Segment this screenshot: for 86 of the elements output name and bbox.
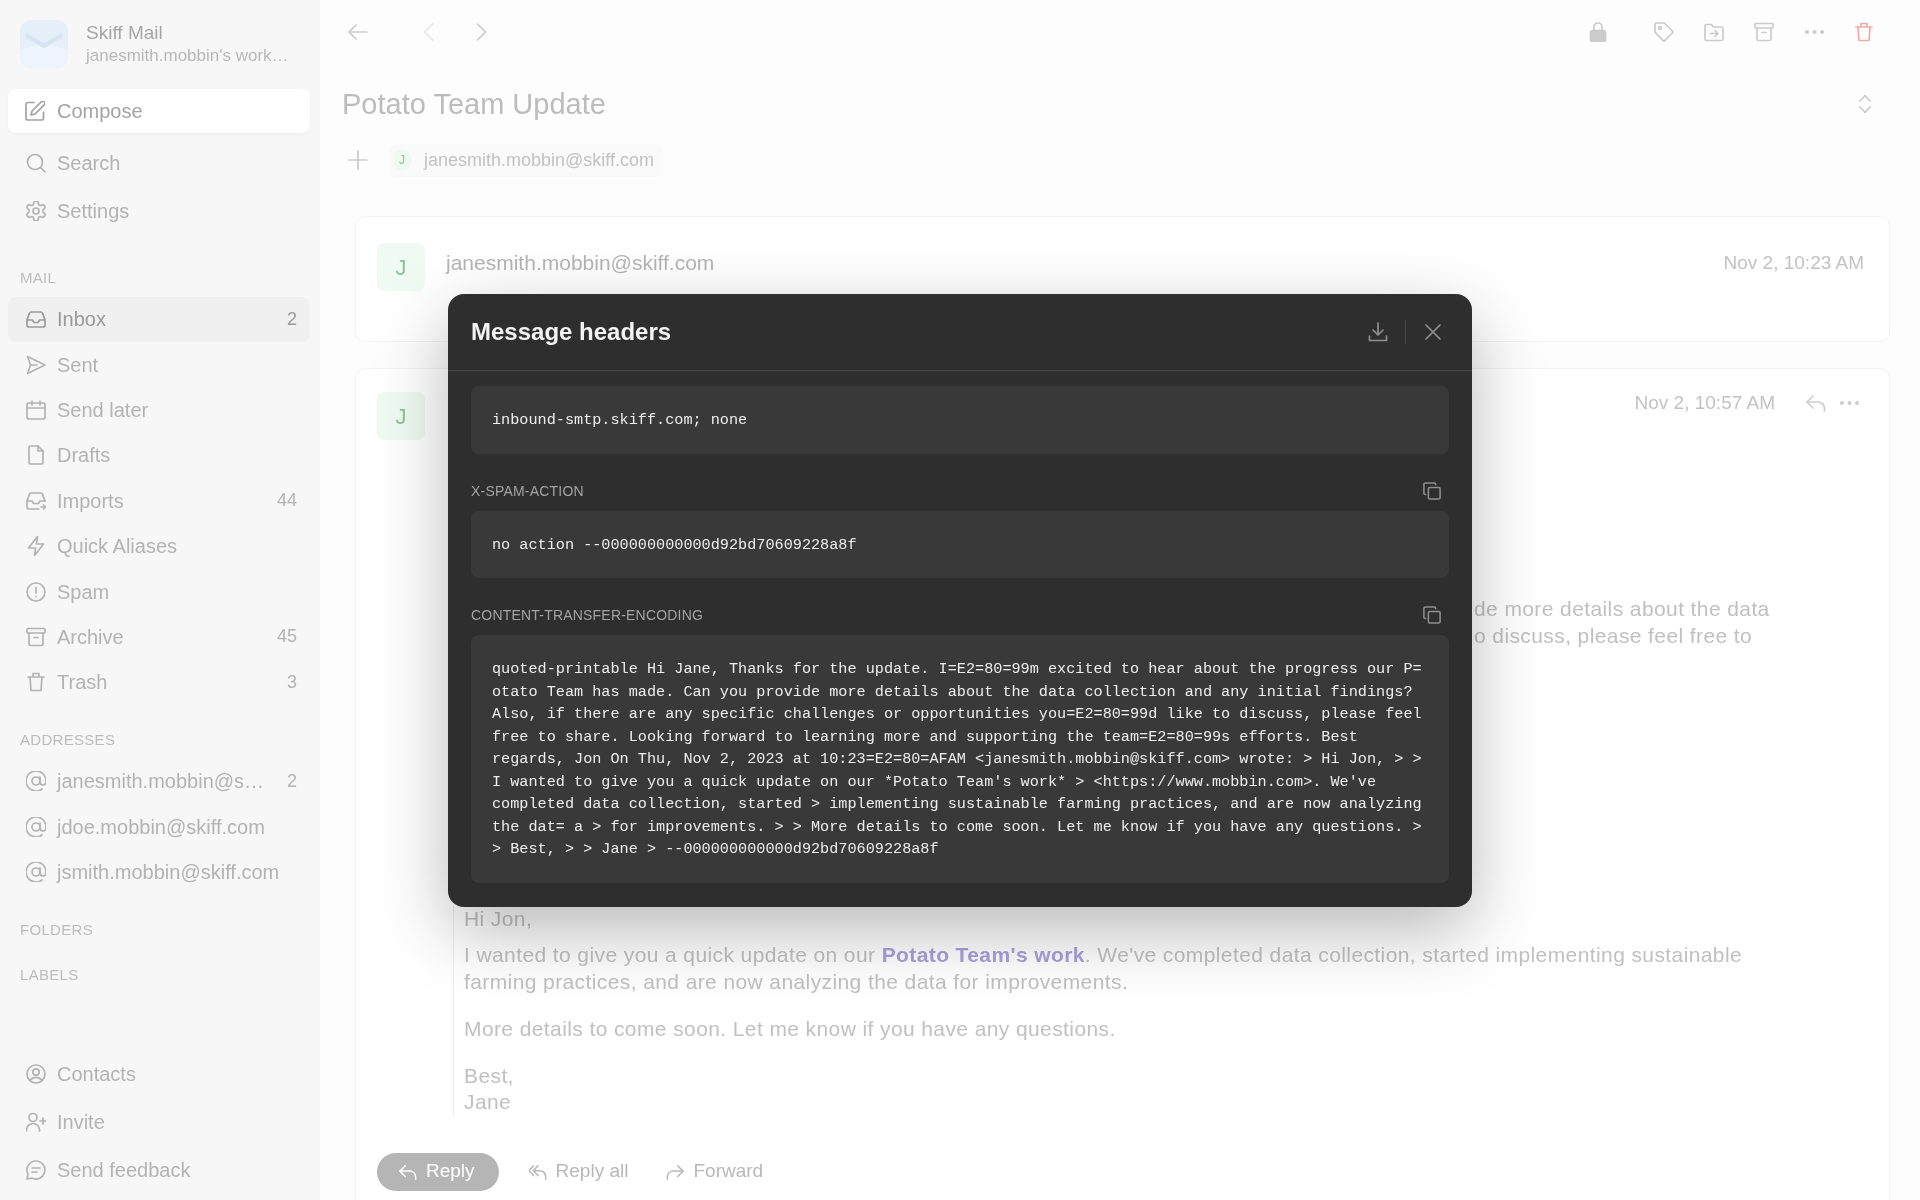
copy-icon xyxy=(1423,606,1441,624)
avatar-initial: J xyxy=(392,150,412,170)
message-date: Nov 2, 10:57 AM xyxy=(1634,391,1775,415)
message-text: o discuss, please feel free to xyxy=(1474,622,1754,649)
tag-icon xyxy=(1654,22,1674,42)
reply-arrow-icon xyxy=(1806,393,1826,413)
message-text: Jane xyxy=(464,1089,513,1115)
sidebar-item[interactable]: Spam xyxy=(8,568,310,615)
document-icon xyxy=(26,445,46,466)
trash-icon xyxy=(1854,22,1874,42)
inbox-icon xyxy=(26,309,46,330)
archive-box-icon xyxy=(1754,22,1774,42)
forward-button[interactable]: Forward xyxy=(658,1152,772,1191)
folder-arrow-icon xyxy=(1704,22,1724,42)
workspace-name: janesmith.mobbin's work… xyxy=(86,45,289,67)
arrow-left-icon xyxy=(348,22,368,42)
compose-button[interactable]: Compose xyxy=(8,89,310,133)
three-dots-icon xyxy=(1839,401,1859,405)
sidebar-item[interactable]: Trash 3 xyxy=(8,659,310,705)
message-text: de more details about the data xyxy=(1474,595,1771,622)
section-heading: MAIL xyxy=(19,268,58,288)
close-icon xyxy=(1423,322,1443,342)
section-heading: FOLDERS xyxy=(19,919,94,940)
sidebar-item[interactable]: Sent xyxy=(8,341,310,388)
calendar-icon xyxy=(26,399,46,420)
reply-arrow-icon xyxy=(399,1162,417,1181)
section-heading: ADDRESSES xyxy=(19,730,117,750)
sender-address: janesmith.mobbin@skiff.com xyxy=(446,250,715,276)
forward-arrow-icon xyxy=(666,1162,685,1181)
lock-icon xyxy=(1588,22,1608,42)
sidebar-item[interactable]: Quick Aliases xyxy=(8,523,310,569)
sidebar-item[interactable]: jdoe.mobbin@skiff.com xyxy=(8,803,310,850)
message-link[interactable]: Potato Team's work xyxy=(881,943,1085,966)
sidebar-item[interactable]: janesmith.mobbin@s… 2 xyxy=(8,758,310,804)
sender-avatar: J xyxy=(377,243,425,291)
settings-icon xyxy=(26,201,46,221)
copy-button[interactable] xyxy=(1422,480,1442,501)
archive-box-icon xyxy=(26,626,46,647)
message-text: Best, xyxy=(464,1062,515,1089)
header-name: X-SPAM-ACTION xyxy=(471,481,584,501)
tray-arrow-icon xyxy=(26,490,46,511)
double-reply-arrow-icon xyxy=(528,1162,547,1181)
reply-button[interactable]: Reply xyxy=(377,1152,499,1191)
chat-bubble-icon xyxy=(26,1160,46,1180)
user-circle-icon xyxy=(26,1064,46,1084)
pencil-icon xyxy=(25,101,45,121)
copy-icon xyxy=(1423,481,1441,500)
at-sign-icon xyxy=(26,771,46,792)
paper-plane-icon xyxy=(26,354,46,375)
envelope-icon xyxy=(20,20,68,68)
participant-address: janesmith.mobbin@skiff.com xyxy=(424,148,655,172)
sidebar-item[interactable]: Send later xyxy=(8,387,310,433)
sender-avatar: J xyxy=(377,392,425,440)
email-subject: Potato Team Update xyxy=(342,86,606,122)
message-text: I wanted to give you a quick update on our Potato Team's work. We've completed data collection, started implementing sustainable farming practices, and are now analyzing the data for improvements. xyxy=(464,942,1744,995)
header-value: no action --000000000000d92bd70609228a8f xyxy=(471,510,1449,578)
three-dots-icon xyxy=(1804,30,1824,34)
header-name: CONTENT-TRANSFER-ENCODING xyxy=(471,606,704,625)
lightning-icon xyxy=(26,536,46,557)
search-icon xyxy=(26,153,46,173)
message-date: Nov 2, 10:23 AM xyxy=(1723,251,1864,275)
download-icon xyxy=(1368,322,1388,342)
dialog-title: Message headers xyxy=(471,317,672,347)
sidebar-item[interactable]: Archive 45 xyxy=(8,614,310,660)
trash-icon xyxy=(26,672,46,693)
exclamation-circle-icon xyxy=(26,581,46,602)
copy-button[interactable] xyxy=(1422,605,1442,625)
section-heading: LABELS xyxy=(19,964,80,985)
sidebar-item[interactable]: Send feedback xyxy=(8,1146,310,1194)
sidebar-item[interactable]: Invite xyxy=(8,1098,310,1146)
plus-icon xyxy=(348,150,368,170)
sidebar-item[interactable]: jsmith.mobbin@skiff.com xyxy=(8,849,310,895)
sidebar-item[interactable]: Search xyxy=(8,139,310,187)
at-sign-icon xyxy=(26,816,46,837)
sidebar-item[interactable]: Contacts xyxy=(8,1050,310,1098)
sidebar-item[interactable]: Drafts xyxy=(8,432,310,479)
sidebar-item[interactable]: Settings xyxy=(8,187,310,235)
reply-all-button[interactable]: Reply all xyxy=(520,1152,637,1191)
message-text: More details to come soon. Let me know if you have any questions. xyxy=(464,1015,1117,1042)
sidebar-item[interactable]: Inbox 2 xyxy=(8,296,310,342)
at-sign-icon xyxy=(26,862,46,882)
sidebar-item[interactable]: Imports 44 xyxy=(8,478,310,524)
header-value: quoted-printable Hi Jane, Thanks for the update. I=E2=80=99m excited to hear about the progress our P= otato Team has made. Can you provide more details about the data collection and any initial findings? Also, if there are any specific challenges or opportunities you=E2=80=99d like to discuss, please feel free to share. Looking forward to learning more and supporting the team=E2=80=99s efforts. Best regards, Jon On Thu, Nov 2, 2023 at 10:23=E2=80=AFAM <janesmith.mobbin@skiff.com> wrote: > Hi Jon, > > I wanted to give you a quick update on our *Potato Team's work* > <https://www.mobbin.com>. We've completed data collection, started > implementing sustainable farming practices, and are now analyzing the dat= a > for improvements. > > More details to come soon. Let me know if you have any questions. > > Best, > > Jane > --000000000000d92bd70609228a8f xyxy=(471,635,1449,883)
app-name: Skiff Mail xyxy=(86,21,164,45)
user-plus-icon xyxy=(26,1112,46,1132)
header-value: inbound-smtp.skiff.com; none xyxy=(471,386,1449,454)
